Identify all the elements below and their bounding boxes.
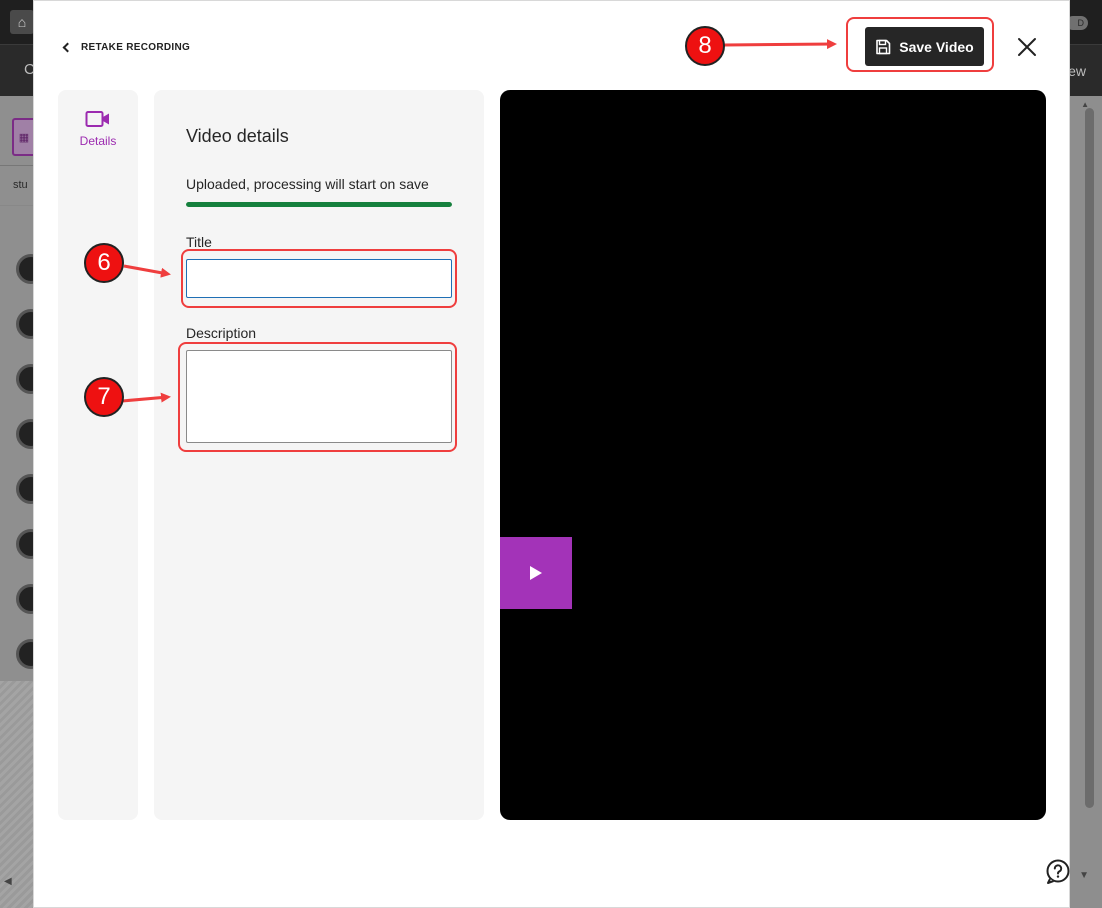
retake-recording-label: RETAKE RECORDING bbox=[81, 41, 191, 53]
scroll-up-icon: ▲ bbox=[1081, 100, 1089, 109]
background-pill-text: D bbox=[1077, 18, 1085, 28]
description-input[interactable] bbox=[186, 350, 452, 443]
save-video-button[interactable]: Save Video bbox=[865, 27, 984, 66]
scroll-down-icon: ▼ bbox=[1079, 870, 1089, 881]
upload-progress-fill bbox=[186, 202, 452, 207]
scroll-left-icon: ◀ bbox=[4, 876, 12, 887]
background-hatch bbox=[0, 681, 33, 908]
play-button[interactable] bbox=[500, 537, 572, 609]
video-camera-icon bbox=[85, 111, 109, 127]
step-badge-7: 7 bbox=[84, 377, 124, 417]
upload-progress-bar bbox=[186, 202, 452, 207]
step-badge-6: 6 bbox=[84, 243, 124, 283]
side-nav-item-label: Details bbox=[79, 134, 117, 148]
video-preview bbox=[500, 90, 1046, 820]
title-label: Title bbox=[186, 234, 212, 250]
help-icon[interactable] bbox=[1045, 859, 1071, 885]
upload-status-text: Uploaded, processing will start on save bbox=[186, 176, 429, 192]
divider bbox=[0, 205, 33, 206]
side-nav-item-details[interactable]: Details bbox=[58, 110, 138, 160]
save-video-label: Save Video bbox=[899, 38, 974, 55]
step-badge-8: 8 bbox=[685, 26, 725, 66]
title-input[interactable] bbox=[186, 259, 452, 298]
floppy-disk-icon bbox=[876, 39, 891, 54]
chevron-left-icon bbox=[62, 42, 73, 52]
background-view-text: ew bbox=[1068, 63, 1086, 79]
video-details-panel: Video details Uploaded, processing will … bbox=[154, 90, 484, 820]
description-label: Description bbox=[186, 325, 257, 341]
side-navigation: Details bbox=[58, 90, 138, 820]
close-icon[interactable] bbox=[1014, 34, 1040, 60]
panel-title: Video details bbox=[186, 126, 289, 146]
home-icon: ⌂ bbox=[10, 10, 34, 34]
retake-recording-link[interactable]: RETAKE RECORDING bbox=[60, 37, 190, 57]
video-details-modal: RETAKE RECORDING Save Video Details Vide… bbox=[33, 0, 1070, 908]
background-left-text: stu bbox=[13, 179, 28, 191]
divider bbox=[0, 165, 33, 166]
play-icon bbox=[530, 566, 542, 580]
background-scrollbar-thumb bbox=[1085, 108, 1094, 808]
